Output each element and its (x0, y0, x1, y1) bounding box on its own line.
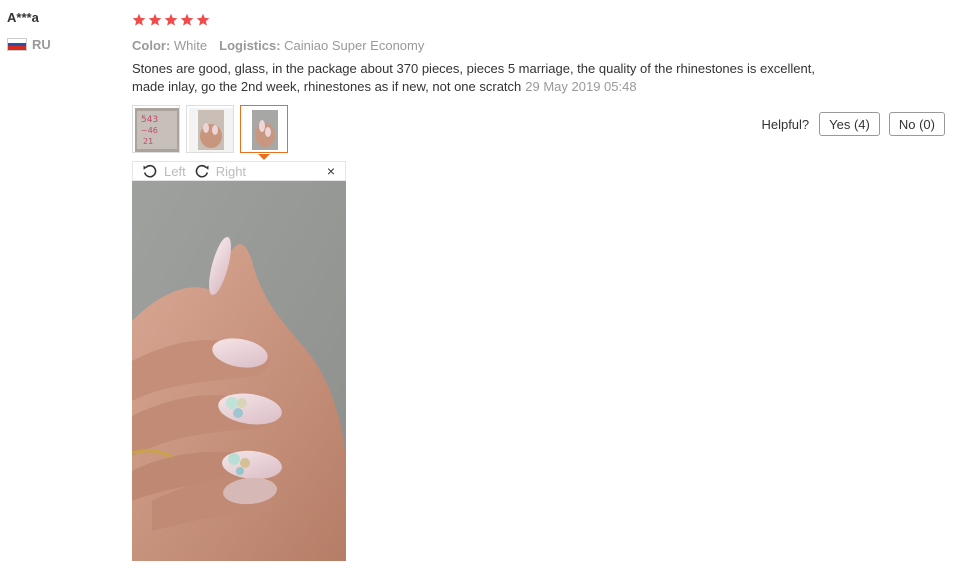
helpful-vote: Helpful? Yes (4) No (0) (761, 112, 945, 136)
rotate-left-icon (143, 164, 157, 178)
color-label: Color: (132, 38, 171, 53)
rotate-right-label: Right (215, 163, 247, 179)
photo-image (243, 108, 287, 152)
svg-text:~46: ~46 (141, 126, 158, 135)
photo-thumbnails: 543 ~46 21 (132, 105, 288, 153)
helpful-yes-button[interactable]: Yes (4) (819, 112, 880, 136)
svg-text:543: 543 (141, 115, 158, 125)
review-photo-large (132, 181, 346, 561)
star-icon (148, 13, 162, 26)
helpful-no-button[interactable]: No (0) (888, 112, 945, 136)
color-value: White (173, 38, 208, 53)
close-icon[interactable]: × (327, 163, 335, 179)
logistics-label: Logistics: (219, 38, 281, 53)
rotate-right-icon (195, 164, 209, 178)
rotate-left-label: Left (164, 163, 186, 179)
helpful-label: Helpful? (761, 116, 810, 132)
thumbnail-nails-close-up[interactable] (240, 105, 288, 153)
country-code: RU (32, 37, 51, 52)
photo-image (189, 108, 233, 152)
russia-flag-icon (7, 38, 27, 51)
svg-text:21: 21 (143, 137, 153, 146)
photo-viewer: Left Right × (132, 161, 346, 561)
logistics-value: Cainiao Super Economy (284, 38, 425, 53)
reviewer-country: RU (7, 37, 51, 52)
review-text: Stones are good, glass, in the package a… (132, 60, 852, 96)
logistics-info: Logistics: Cainiao Super Economy (219, 38, 424, 53)
review-text-line-1: Stones are good, glass, in the package a… (132, 61, 815, 76)
reviewer-name: A***a (7, 10, 39, 25)
viewer-toolbar: Left Right × (132, 161, 346, 181)
review-body: Color: White Logistics: Cainiao Super Ec… (132, 10, 952, 96)
star-icon (164, 13, 178, 26)
thumbnail-rhinestone-packets[interactable]: 543 ~46 21 (132, 105, 180, 153)
thumbnail-nails-on-hand[interactable] (186, 105, 234, 153)
rotate-left-button[interactable]: Left (142, 163, 186, 179)
star-icon (132, 13, 146, 26)
order-info: Color: White Logistics: Cainiao Super Ec… (132, 38, 952, 53)
color-info: Color: White (132, 38, 207, 53)
star-icon (196, 13, 210, 26)
star-icon (180, 13, 194, 26)
active-thumbnail-pointer (258, 154, 270, 160)
rating-stars (132, 10, 952, 30)
review-text-line-2: made inlay, go the 2nd week, rhinestones… (132, 79, 522, 94)
reviewer-info: A***a RU (7, 10, 51, 52)
rotate-right-button[interactable]: Right (194, 163, 246, 179)
review-date: 29 May 2019 05:48 (525, 79, 637, 94)
photo-image: 543 ~46 21 (135, 108, 179, 152)
